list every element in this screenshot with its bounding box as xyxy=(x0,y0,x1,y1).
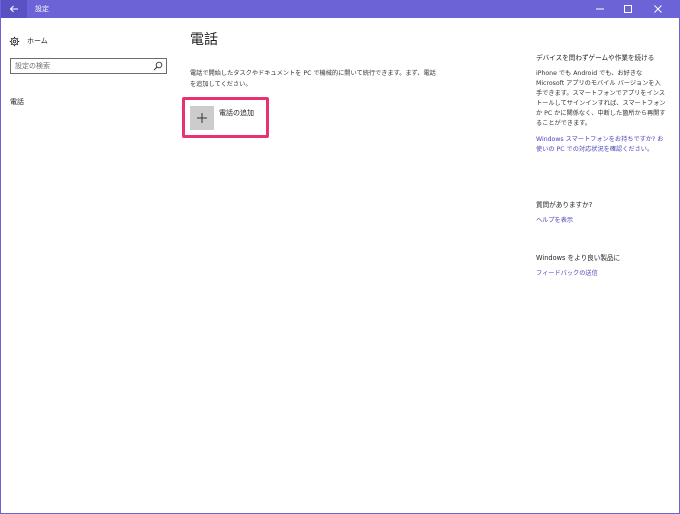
feedback-section: Windows をより良い製品に フィードバックの送信 xyxy=(536,253,666,279)
feedback-heading: Windows をより良い製品に xyxy=(536,254,621,262)
minimize-button[interactable] xyxy=(587,0,613,18)
nav-home[interactable]: ホーム xyxy=(9,35,48,47)
nav-item-phone[interactable]: 電話 xyxy=(10,96,24,108)
close-icon xyxy=(654,5,662,13)
show-help-link[interactable]: ヘルプを表示 xyxy=(536,216,666,226)
window-title: 設定 xyxy=(35,5,49,13)
add-phone-label: 電話の追加 xyxy=(219,109,254,117)
search-icon[interactable] xyxy=(153,61,163,71)
back-arrow-icon xyxy=(9,5,18,13)
add-phone-tile xyxy=(190,106,214,130)
continue-heading: デバイスを問わずゲームや作業を続ける xyxy=(536,54,655,62)
page-description: 電話で開始したタスクやドキュメントを PC で機械的に開いて続行できます。まず、… xyxy=(190,70,436,88)
back-button[interactable] xyxy=(1,0,27,18)
maximize-icon xyxy=(624,5,632,13)
page-title: 電話 xyxy=(190,32,218,48)
maximize-button[interactable] xyxy=(615,0,641,18)
settings-search-input[interactable] xyxy=(15,61,145,71)
minimize-icon xyxy=(596,8,604,10)
continue-description: iPhone でも Android でも、お好きな Microsoft アプリの… xyxy=(536,70,666,127)
add-phone-button[interactable]: 電話の追加 xyxy=(190,106,254,130)
help-heading: 質問がありますか? xyxy=(536,201,593,209)
settings-search-box[interactable] xyxy=(10,58,167,74)
send-feedback-link[interactable]: フィードバックの送信 xyxy=(536,269,666,279)
title-bar: 設定 xyxy=(1,0,679,18)
plus-icon xyxy=(197,113,207,123)
settings-window: 設定 ホーム 電話 xyxy=(0,0,680,514)
gear-icon xyxy=(9,36,20,46)
nav-home-label: ホーム xyxy=(27,37,48,45)
windows-phone-link[interactable]: Windows スマートフォンをお持ちですか? お使いの PC での対応状況を確… xyxy=(536,135,666,155)
help-section: 質問がありますか? ヘルプを表示 xyxy=(536,200,666,226)
related-panel: デバイスを問わずゲームや作業を続ける iPhone でも Android でも、… xyxy=(536,53,666,155)
close-button[interactable] xyxy=(645,0,671,18)
